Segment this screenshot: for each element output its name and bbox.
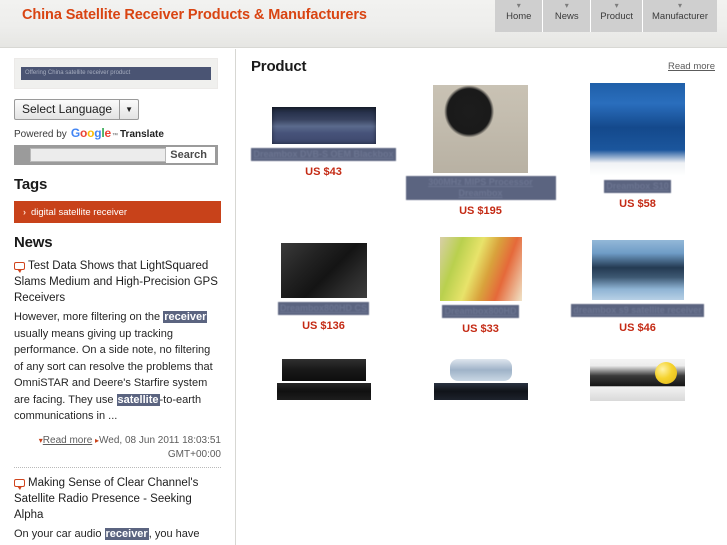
- chevron-down-icon: ▼: [119, 100, 138, 119]
- news-body-pre: On your car audio: [14, 527, 105, 540]
- product-price: US $33: [462, 323, 499, 335]
- banner-text: Offering China satellite receiver produc…: [21, 67, 211, 80]
- product-section-header: Product Read more: [237, 49, 727, 83]
- nav-tab-label: Home: [506, 11, 532, 22]
- product-image[interactable]: [276, 383, 371, 400]
- comment-bubble-icon: [14, 262, 25, 273]
- product-title-link[interactable]: Dreambox800HD: [442, 305, 519, 318]
- product-card: 300MHz MIPS Processor Dreambox US $195: [402, 83, 559, 217]
- product-price: US $136: [302, 320, 345, 332]
- nav-tab-label: News: [554, 11, 579, 22]
- product-card: [402, 359, 559, 401]
- translate-label: Translate: [120, 129, 164, 140]
- news-item-title-link[interactable]: Test Data Shows that LightSquared Slams …: [14, 258, 221, 306]
- news-item: Making Sense of Clear Channel's Satellit…: [14, 475, 221, 545]
- site-banner: Offering China satellite receiver produc…: [14, 58, 218, 89]
- product-image[interactable]: [271, 107, 376, 144]
- product-card: Dreambox DVB-S OEM Blackbox US $43: [245, 83, 402, 217]
- nav-tab-label: Manufacturer: [652, 11, 708, 22]
- site-header: China Satellite Receiver Products & Manu…: [0, 0, 727, 48]
- nav-tab-product[interactable]: ▾ Product: [591, 0, 644, 32]
- product-grid: Dreambox DVB-S OEM Blackbox US $43 300MH…: [237, 83, 727, 401]
- trademark-symbol: ™: [112, 133, 118, 139]
- product-price: US $58: [619, 198, 656, 210]
- language-selector-row: Select Language ▼: [14, 99, 221, 120]
- product-image[interactable]: [590, 83, 685, 176]
- news-date: Wed, 08 Jun 2011 18:03:51 GMT+00:00: [99, 434, 221, 460]
- google-translate-attribution: Powered by Google ™ Translate: [14, 126, 221, 140]
- comment-bubble-icon: [14, 478, 25, 490]
- chevron-down-icon: ▾: [678, 1, 683, 10]
- chevron-down-icon: ▾: [516, 1, 521, 10]
- product-image[interactable]: [439, 237, 522, 301]
- select-language-dropdown[interactable]: Select Language ▼: [14, 99, 140, 120]
- product-title-link[interactable]: Dreambox S10: [604, 180, 671, 193]
- product-read-more-link[interactable]: Read more: [668, 61, 715, 72]
- product-card: Dreambox800HD US $33: [402, 235, 559, 335]
- chevron-down-icon: ▾: [614, 1, 619, 10]
- news-body-pre: However, more filtering on the: [14, 311, 164, 323]
- sidebar: Offering China satellite receiver produc…: [0, 49, 236, 545]
- product-image[interactable]: [449, 359, 512, 381]
- product-image[interactable]: [433, 383, 528, 400]
- main-column: Product Read more Dreambox DVB-S OEM Bla…: [237, 49, 727, 545]
- news-heading: News: [14, 234, 53, 251]
- divider: [14, 466, 221, 468]
- news-highlight-term: satellite: [116, 393, 160, 406]
- page-root: China Satellite Receiver Products & Manu…: [0, 0, 727, 545]
- product-image[interactable]: [281, 359, 366, 381]
- product-title-link[interactable]: Dreambox DVB-S OEM Blackbox: [251, 148, 396, 161]
- main-navigation: ▾ Home ▾ News ▾ Product ▾ Manufacturer: [495, 0, 717, 32]
- product-row: Dreambox800HD CS US $136 Dreambox800HD U…: [245, 235, 719, 335]
- section-title: Product: [251, 58, 307, 75]
- select-language-label: Select Language: [22, 102, 113, 116]
- powered-by-label: Powered by: [14, 129, 67, 140]
- product-row: [245, 359, 719, 401]
- product-row: Dreambox DVB-S OEM Blackbox US $43 300MH…: [245, 83, 719, 217]
- product-image[interactable]: [591, 240, 684, 300]
- product-title-link[interactable]: dreambox s9 satellite receiver: [571, 304, 704, 317]
- chevron-right-icon: ›: [23, 207, 26, 217]
- product-image[interactable]: [280, 243, 367, 298]
- product-card: dreambox s9 satellite receiver US $46: [559, 235, 716, 335]
- news-item-body: On your car audio receiver, you have alw…: [14, 526, 221, 545]
- nav-tab-home[interactable]: ▾ Home: [495, 0, 544, 32]
- product-title-link[interactable]: Dreambox800HD CS: [277, 302, 370, 315]
- chevron-down-icon: ▾: [564, 1, 569, 10]
- product-title-link[interactable]: 300MHz MIPS Processor Dreambox: [405, 176, 556, 200]
- page-title: China Satellite Receiver Products & Manu…: [22, 7, 367, 23]
- product-card: Dreambox S10 US $58: [559, 83, 716, 217]
- nav-tab-label: Product: [600, 11, 634, 22]
- tags-heading: Tags: [14, 176, 48, 193]
- news-item-title-link[interactable]: Making Sense of Clear Channel's Satellit…: [14, 475, 221, 523]
- nav-tab-manufacturer[interactable]: ▾ Manufacturer: [643, 0, 717, 32]
- content-area: Offering China satellite receiver produc…: [0, 49, 727, 545]
- news-title-text: Making Sense of Clear Channel's Satellit…: [14, 476, 199, 521]
- product-price: US $195: [459, 205, 502, 217]
- tag-label: digital satellite receiver: [31, 207, 128, 218]
- nav-tab-news[interactable]: ▾ News: [543, 0, 592, 32]
- product-card: [559, 359, 716, 401]
- news-highlight-term: receiver: [104, 527, 149, 540]
- product-price: US $46: [619, 322, 656, 334]
- news-item-meta: ▾Read more ▸Wed, 08 Jun 2011 18:03:51 GM…: [14, 434, 221, 462]
- product-image[interactable]: [433, 85, 528, 173]
- news-item-body: However, more filtering on the receiver …: [14, 309, 221, 425]
- news-title-text: Test Data Shows that LightSquared Slams …: [14, 260, 218, 304]
- sidebar-tag-digital-satellite-receiver[interactable]: › digital satellite receiver: [14, 201, 221, 223]
- google-logo: Google: [70, 126, 111, 140]
- news-read-more-link[interactable]: Read more: [43, 435, 92, 446]
- search-input[interactable]: [30, 148, 167, 162]
- news-highlight-term: receiver: [163, 311, 208, 323]
- product-card: [245, 359, 402, 401]
- award-badge-icon: [655, 362, 677, 384]
- news-item: Test Data Shows that LightSquared Slams …: [14, 258, 221, 468]
- product-price: US $43: [305, 166, 342, 178]
- search-button[interactable]: Search: [166, 147, 215, 163]
- product-card: Dreambox800HD CS US $136: [245, 235, 402, 335]
- search-bar: Search: [14, 145, 218, 165]
